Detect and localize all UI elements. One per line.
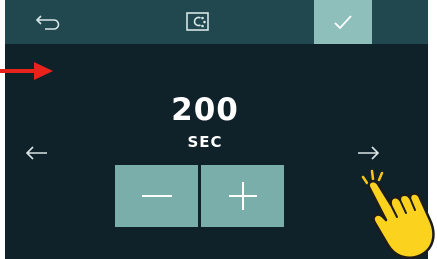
setting-value: 200 <box>171 92 239 128</box>
red-arrow-icon <box>0 62 53 80</box>
decrease-button[interactable] <box>115 165 198 227</box>
setting-unit: SEC <box>187 133 223 151</box>
checkmark-icon <box>334 15 352 30</box>
arrow-right-icon <box>358 146 380 160</box>
minus-icon <box>141 195 172 197</box>
previous-button[interactable] <box>23 142 53 164</box>
plus-icon <box>228 182 257 210</box>
program-mode-icon <box>185 11 211 33</box>
tapping-hand-icon <box>361 169 435 259</box>
confirm-button[interactable] <box>314 0 372 44</box>
increase-button[interactable] <box>201 165 284 227</box>
arrow-left-icon <box>25 146 47 160</box>
return-arrow-icon <box>35 15 60 30</box>
back-button[interactable] <box>23 7 73 37</box>
next-button[interactable] <box>354 142 384 164</box>
top-bar <box>5 0 428 44</box>
